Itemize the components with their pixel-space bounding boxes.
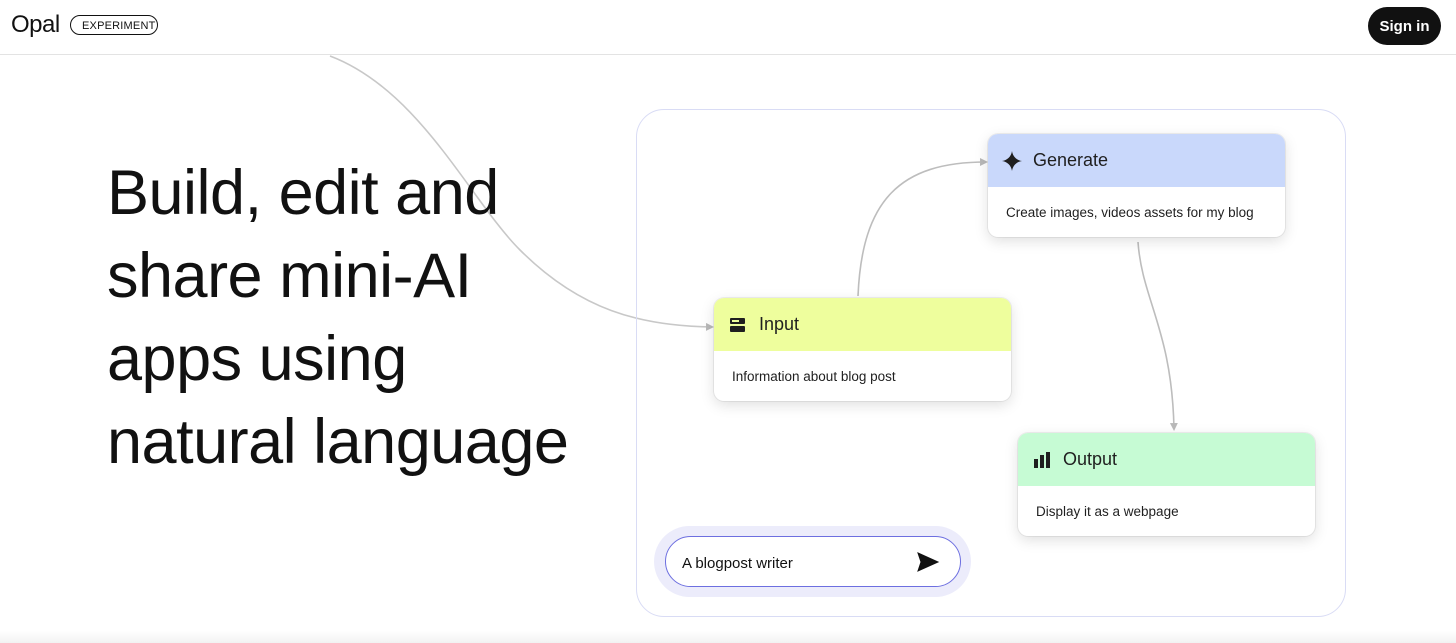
hero-line: Build, edit and	[107, 158, 499, 228]
prompt-container	[654, 526, 971, 597]
input-icon	[728, 315, 748, 335]
generate-node[interactable]: Generate Create images, videos assets fo…	[988, 134, 1285, 237]
output-node-header: Output	[1018, 433, 1315, 486]
prompt-box	[665, 536, 961, 587]
sparkle-icon	[1002, 150, 1022, 171]
hero-line: share mini-AI	[107, 241, 472, 311]
input-node[interactable]: Input Information about blog post	[714, 298, 1011, 401]
input-node-header: Input	[714, 298, 1011, 351]
prompt-input[interactable]	[680, 549, 904, 577]
bottom-edge	[0, 631, 1456, 643]
hero-heading: Build, edit and share mini-AI apps using…	[107, 152, 627, 484]
send-icon[interactable]	[916, 550, 940, 574]
hero-line: natural language	[107, 407, 569, 477]
experiment-badge: EXPERIMENT	[70, 15, 158, 35]
output-node-title: Output	[1063, 449, 1118, 469]
sign-in-button[interactable]: Sign in	[1368, 7, 1441, 45]
input-node-title: Input	[759, 314, 800, 334]
generate-node-title: Generate	[1033, 150, 1109, 170]
generate-node-description: Create images, videos assets for my blog	[1006, 204, 1254, 220]
input-node-description: Information about blog post	[732, 368, 896, 384]
hero-line: apps using	[107, 324, 407, 394]
logo[interactable]: Opal	[11, 11, 60, 39]
top-bar: Opal EXPERIMENT Sign in	[0, 0, 1456, 55]
generate-node-header: Generate	[988, 134, 1285, 187]
output-node-description: Display it as a webpage	[1036, 503, 1179, 519]
output-icon	[1032, 450, 1052, 470]
output-node[interactable]: Output Display it as a webpage	[1018, 433, 1315, 536]
